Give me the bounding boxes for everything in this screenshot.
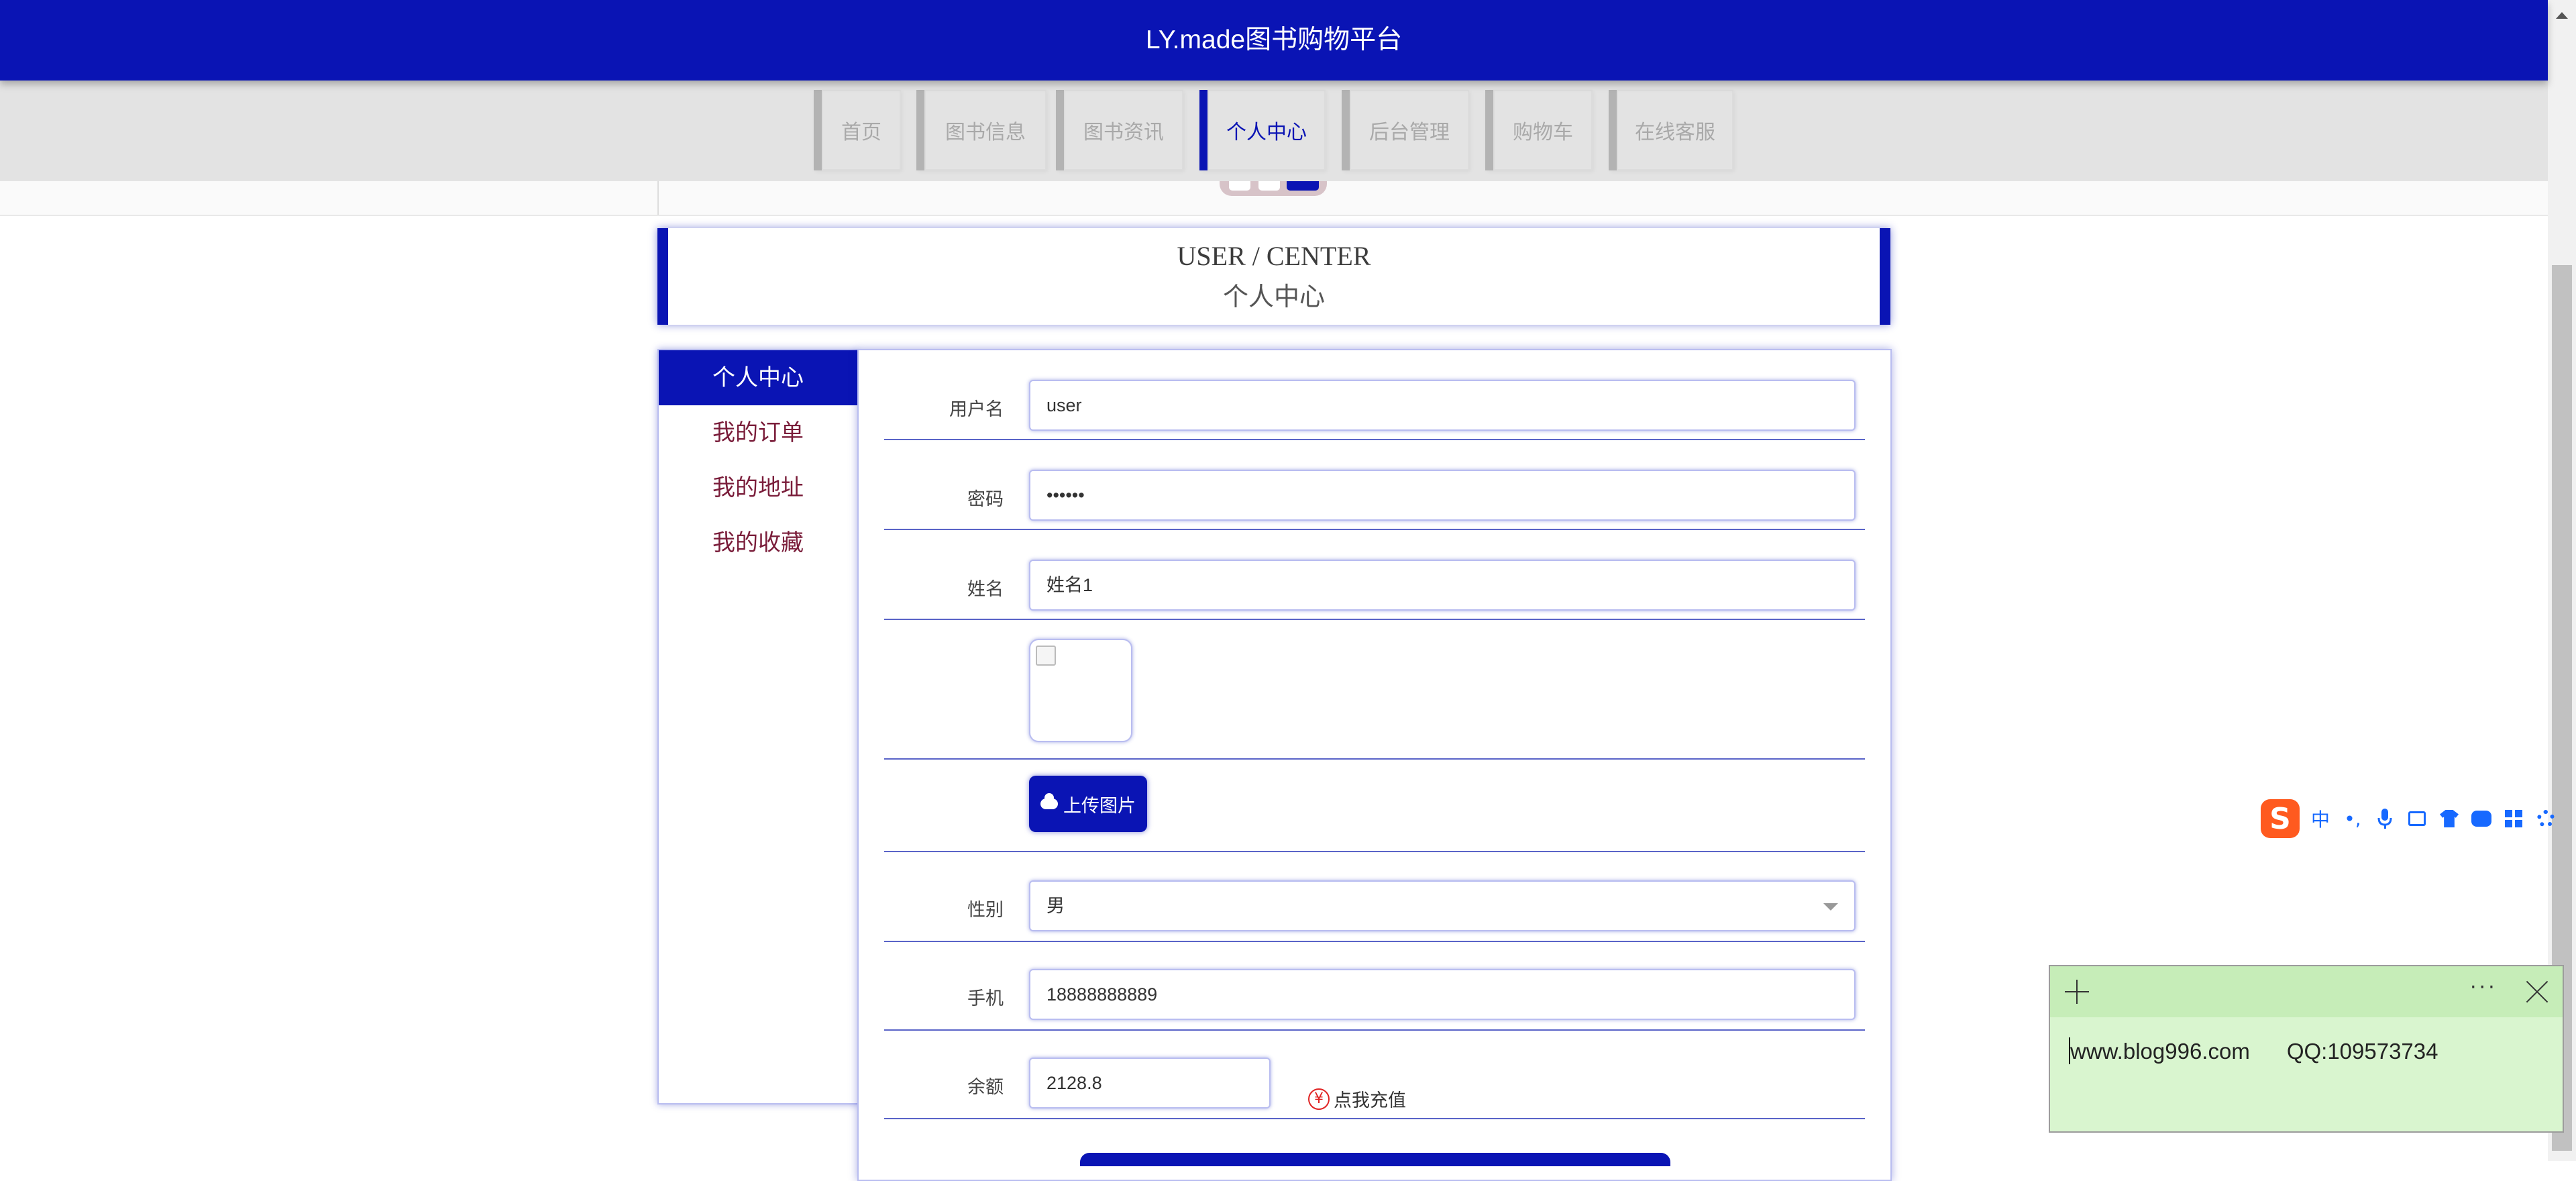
gender-select-value: 男 xyxy=(1046,896,1065,916)
close-icon[interactable] xyxy=(2525,980,2549,1004)
chinese-mode-icon[interactable]: 中 xyxy=(2309,807,2332,831)
skin-icon[interactable] xyxy=(2438,807,2461,830)
user-side-menu: 个人中心 我的订单 我的地址 我的收藏 xyxy=(657,349,859,1105)
sticky-note-toolbar: ··· xyxy=(2050,966,2563,1017)
apps-icon[interactable] xyxy=(2502,807,2525,830)
divider xyxy=(657,181,659,215)
broken-image-icon xyxy=(1036,646,1056,666)
keyboard-shape xyxy=(2408,811,2426,826)
more-icon[interactable]: ··· xyxy=(2470,976,2498,999)
password-input[interactable]: •••••• xyxy=(1029,470,1856,521)
section-title-card: USER / CENTER 个人中心 xyxy=(657,228,1890,325)
section-title-cn: 个人中心 xyxy=(1222,282,1325,311)
mic-icon[interactable] xyxy=(2373,807,2396,830)
top-header: LY.made图书购物平台 xyxy=(0,0,2548,81)
form-row-upload: 上传图片 xyxy=(884,758,1865,852)
balance-input[interactable]: 2128.8 xyxy=(1029,1058,1271,1109)
tab-admin[interactable]: 后台管理 xyxy=(1342,90,1469,170)
profile-form: 用户名 user 密码 •••••• 姓名 姓名1 上传图片 性别 男 手机 1… xyxy=(857,349,1892,1181)
gender-select[interactable]: 男 xyxy=(1029,880,1856,931)
submit-button[interactable] xyxy=(1080,1153,1670,1166)
gear-shape xyxy=(2537,810,2555,827)
tab-home[interactable]: 首页 xyxy=(814,90,901,170)
name-input[interactable]: 姓名1 xyxy=(1029,560,1856,611)
phone-label: 手机 xyxy=(967,988,1004,1009)
form-row-gender: 性别 男 xyxy=(884,880,1865,942)
menu-item-my-address[interactable]: 我的地址 xyxy=(659,460,857,515)
tshirt-shape xyxy=(2440,810,2459,827)
robot-shape xyxy=(2471,811,2491,827)
upload-image-label: 上传图片 xyxy=(1063,795,1136,817)
ime-toolbar: S 中 •, xyxy=(2261,795,2563,842)
form-row-username: 用户名 user xyxy=(884,380,1865,440)
yen-icon: ¥ xyxy=(1308,1088,1330,1110)
scroll-up-icon[interactable] xyxy=(2556,12,2568,19)
gender-label: 性别 xyxy=(967,900,1004,921)
form-row-phone: 手机 18888888889 xyxy=(884,969,1865,1031)
form-row-balance: 余额 2128.8 ¥ 点我充值 xyxy=(884,1058,1865,1119)
section-title-en: USER / CENTER xyxy=(1177,241,1371,271)
site-title: LY.made图书购物平台 xyxy=(1145,25,1403,54)
phone-input[interactable]: 18888888889 xyxy=(1029,969,1856,1020)
password-label: 密码 xyxy=(967,489,1004,510)
form-row-password: 密码 •••••• xyxy=(884,470,1865,530)
balance-label: 余额 xyxy=(967,1077,1004,1098)
username-label: 用户名 xyxy=(949,399,1004,420)
sogou-logo-icon[interactable]: S xyxy=(2261,799,2300,838)
upload-image-button[interactable]: 上传图片 xyxy=(1029,776,1147,832)
avatar-preview[interactable] xyxy=(1029,639,1132,742)
punctuation-icon[interactable]: •, xyxy=(2341,807,2364,830)
sticky-note-text[interactable]: www.blog996.com QQ:109573734 xyxy=(2070,1039,2438,1064)
tab-user-center[interactable]: 个人中心 xyxy=(1199,90,1326,170)
recharge-label: 点我充值 xyxy=(1334,1090,1406,1111)
tab-book-info[interactable]: 图书信息 xyxy=(916,90,1046,170)
name-label: 姓名 xyxy=(967,579,1004,600)
grid-shape xyxy=(2505,810,2522,827)
recharge-link[interactable]: ¥ 点我充值 xyxy=(1308,1086,1406,1112)
username-input[interactable]: user xyxy=(1029,380,1856,431)
cloud-upload-icon xyxy=(1040,793,1058,809)
tab-online-service[interactable]: 在线客服 xyxy=(1609,90,1733,170)
keyboard-icon[interactable] xyxy=(2406,807,2428,830)
tab-book-news[interactable]: 图书资讯 xyxy=(1056,90,1183,170)
form-row-name: 姓名 姓名1 xyxy=(884,560,1865,620)
robot-icon[interactable] xyxy=(2470,807,2493,830)
form-row-avatar xyxy=(884,619,1865,760)
add-note-icon[interactable] xyxy=(2065,980,2089,1004)
tab-cart[interactable]: 购物车 xyxy=(1485,90,1593,170)
gear-icon[interactable] xyxy=(2534,807,2557,830)
menu-item-my-orders[interactable]: 我的订单 xyxy=(659,405,857,460)
main-nav: 首页 图书信息 图书资讯 个人中心 后台管理 购物车 在线客服 xyxy=(0,81,2548,181)
menu-item-user-center[interactable]: 个人中心 xyxy=(659,350,857,405)
sticky-note: ··· www.blog996.com QQ:109573734 xyxy=(2049,965,2564,1133)
menu-item-my-favorites[interactable]: 我的收藏 xyxy=(659,515,857,570)
chevron-down-icon xyxy=(1823,903,1838,911)
